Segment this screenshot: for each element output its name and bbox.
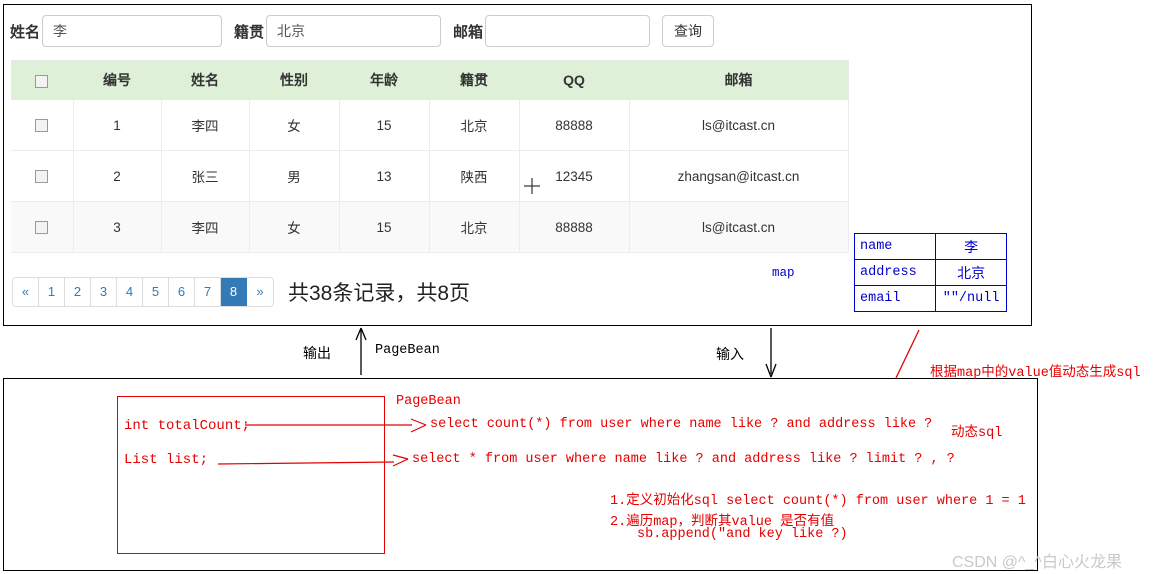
- header-select-all[interactable]: [11, 60, 74, 100]
- dao-diagram-panel: [3, 378, 1038, 571]
- name-label: 姓名: [10, 23, 41, 41]
- map-key-email: email: [853, 285, 937, 312]
- table-row: 3 李四 女 15 北京 88888 ls@itcast.cn: [11, 201, 849, 253]
- row-checkbox-cell[interactable]: [11, 150, 74, 202]
- cell-name: 李四: [161, 201, 250, 253]
- cell-age: 13: [339, 150, 430, 202]
- cell-email: zhangsan@itcast.cn: [629, 150, 849, 202]
- row-checkbox[interactable]: [35, 221, 49, 235]
- sql-count-statement: select count(*) from user where name lik…: [430, 417, 933, 432]
- cell-sex: 女: [249, 99, 340, 151]
- map-key-name: name: [853, 233, 937, 260]
- cell-id: 1: [73, 99, 162, 151]
- header-address: 籍贯: [429, 60, 520, 100]
- header-id: 编号: [73, 60, 162, 100]
- screenshot-root: 姓名 籍贯 邮箱 查询 编号 姓名 性别 年龄: [0, 0, 1168, 574]
- page-2[interactable]: 2: [65, 278, 91, 306]
- page-1[interactable]: 1: [39, 278, 65, 306]
- cell-qq: 12345: [519, 150, 630, 202]
- map-value-address: 北京: [935, 259, 1007, 286]
- page-7[interactable]: 7: [195, 278, 221, 306]
- user-table: 编号 姓名 性别 年龄 籍贯 QQ 邮箱 1 李四 女 15 北京 88888 …: [11, 60, 849, 253]
- address-label: 籍贯: [234, 23, 265, 41]
- pagination: « 1 2 3 4 5 6 7 8 » 共38条记录，共8页: [12, 277, 470, 307]
- map-row: name 李: [853, 233, 1007, 260]
- field-totalcount: int totalCount;: [124, 418, 251, 434]
- cell-id: 2: [73, 150, 162, 202]
- note-step-2-detail: sb.append("and key like ?): [637, 527, 848, 542]
- header-age: 年龄: [339, 60, 430, 100]
- header-qq: QQ: [519, 60, 630, 100]
- page-3[interactable]: 3: [91, 278, 117, 306]
- cell-age: 15: [339, 99, 430, 151]
- select-all-checkbox[interactable]: [35, 74, 49, 88]
- cell-age: 15: [339, 201, 430, 253]
- note-step-1: 1.定义初始化sql select count(*) from user whe…: [610, 494, 1026, 509]
- pagebean-title-label: PageBean: [396, 394, 461, 409]
- sql-list-statement: select * from user where name like ? and…: [412, 452, 955, 467]
- field-list: List list;: [124, 452, 209, 468]
- cell-name: 李四: [161, 99, 250, 151]
- table-row: 1 李四 女 15 北京 88888 ls@itcast.cn: [11, 99, 849, 151]
- table-header-row: 编号 姓名 性别 年龄 籍贯 QQ 邮箱: [11, 60, 849, 100]
- map-key-address: address: [853, 259, 937, 286]
- cell-sex: 男: [249, 150, 340, 202]
- cell-email: ls@itcast.cn: [629, 99, 849, 151]
- header-name: 姓名: [161, 60, 250, 100]
- header-email: 邮箱: [629, 60, 849, 100]
- cell-sex: 女: [249, 201, 340, 253]
- map-value-name: 李: [935, 233, 1007, 260]
- page-prev[interactable]: «: [13, 278, 39, 306]
- cell-email: ls@itcast.cn: [629, 201, 849, 253]
- dynamic-generation-note: 根据map中的value值动态生成sql: [930, 366, 1141, 381]
- page-6[interactable]: 6: [169, 278, 195, 306]
- dynamic-sql-label: 动态sql: [951, 426, 1003, 441]
- page-8-active[interactable]: 8: [221, 278, 247, 306]
- cell-name: 张三: [161, 150, 250, 202]
- map-value-email: ""/null: [935, 285, 1007, 312]
- search-address-input[interactable]: [266, 15, 442, 47]
- row-checkbox-cell[interactable]: [11, 201, 74, 253]
- search-email-input[interactable]: [485, 15, 651, 47]
- user-list-panel: 姓名 籍贯 邮箱 查询 编号 姓名 性别 年龄: [3, 4, 1032, 326]
- pagebean-flow-label: PageBean: [375, 343, 440, 358]
- map-row: address 北京: [853, 259, 1007, 286]
- row-checkbox[interactable]: [35, 170, 49, 184]
- cell-qq: 88888: [519, 201, 630, 253]
- search-form: 姓名 籍贯 邮箱 查询: [10, 13, 715, 49]
- pager: « 1 2 3 4 5 6 7 8 »: [12, 277, 274, 307]
- page-5[interactable]: 5: [143, 278, 169, 306]
- email-label: 邮箱: [453, 23, 484, 41]
- cell-id: 3: [73, 201, 162, 253]
- search-name-input[interactable]: [42, 15, 223, 47]
- map-annotation-label: map: [772, 266, 795, 280]
- cell-qq: 88888: [519, 99, 630, 151]
- cell-address: 北京: [429, 201, 520, 253]
- header-sex: 性别: [249, 60, 340, 100]
- output-label: 输出: [303, 345, 331, 361]
- table-row: 2 张三 男 13 陕西 12345 zhangsan@itcast.cn: [11, 150, 849, 202]
- record-summary: 共38条记录，共8页: [288, 282, 471, 305]
- cell-address: 陕西: [429, 150, 520, 202]
- row-checkbox-cell[interactable]: [11, 99, 74, 151]
- page-next[interactable]: »: [247, 278, 273, 306]
- map-row: email ""/null: [853, 285, 1007, 312]
- row-checkbox[interactable]: [35, 119, 49, 133]
- watermark: CSDN @^_^白心火龙果: [952, 554, 1122, 571]
- page-4[interactable]: 4: [117, 278, 143, 306]
- map-table: name 李 address 北京 email ""/null: [853, 233, 1007, 312]
- input-label: 输入: [716, 346, 744, 362]
- query-button[interactable]: 查询: [662, 15, 715, 47]
- cell-address: 北京: [429, 99, 520, 151]
